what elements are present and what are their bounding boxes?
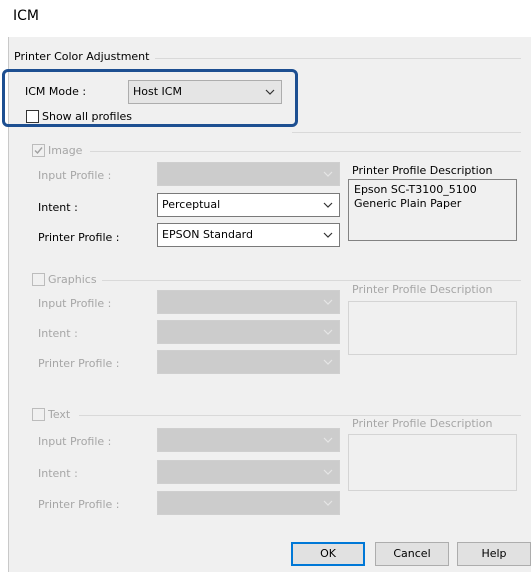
chevron-down-icon [323,437,333,443]
chevron-down-icon [323,500,333,506]
group-separator [155,58,521,59]
text-separator [79,415,521,416]
group-title: Printer Color Adjustment [14,50,150,63]
text-input-profile-dropdown[interactable] [157,428,340,452]
dialog-content: Printer Color Adjustment ICM Mode : Host… [2,37,531,572]
text-printer-profile-dropdown[interactable] [157,491,340,515]
image-profile-description-box: Epson SC-T3100_5100 Generic Plain Paper [348,179,517,241]
graphics-intent-dropdown[interactable] [157,320,340,344]
image-printer-profile-label: Printer Profile : [38,231,120,244]
graphics-input-profile-dropdown[interactable] [157,290,340,314]
graphics-intent-label: Intent : [38,327,78,340]
graphics-printer-profile-label: Printer Profile : [38,357,120,370]
highlight-box [2,69,298,127]
chevron-down-icon [323,202,333,208]
image-profile-description-label: Printer Profile Description [352,164,493,177]
chevron-down-icon [323,359,333,365]
graphics-profile-description-box [348,301,517,355]
text-checkbox[interactable] [32,408,45,421]
chevron-down-icon [323,171,333,177]
ok-button[interactable]: OK [291,542,365,566]
text-profile-description-box [348,434,517,491]
image-intent-value: Perceptual [162,198,221,211]
checkmark-icon [34,147,43,155]
mode-separator [292,132,521,133]
window-title: ICM [13,8,39,24]
image-label: Image [48,144,83,157]
text-profile-description-label: Printer Profile Description [352,417,493,430]
image-printer-profile-value: EPSON Standard [162,228,253,241]
text-input-profile-label: Input Profile : [38,435,112,448]
image-checkbox[interactable] [32,144,45,157]
image-intent-label: Intent : [38,201,78,214]
chevron-down-icon [323,469,333,475]
graphics-printer-profile-dropdown[interactable] [157,350,340,374]
chevron-down-icon [323,329,333,335]
text-label: Text [48,408,71,421]
graphics-checkbox[interactable] [32,273,45,286]
image-input-profile-label: Input Profile : [38,169,112,182]
text-intent-label: Intent : [38,467,78,480]
image-input-profile-dropdown[interactable] [157,162,340,186]
graphics-separator [102,280,521,281]
text-intent-dropdown[interactable] [157,460,340,484]
help-button[interactable]: Help [457,542,531,566]
graphics-label: Graphics [48,273,97,286]
graphics-profile-description-label: Printer Profile Description [352,283,493,296]
title-bar: ICM [0,0,531,36]
chevron-down-icon [323,299,333,305]
chevron-down-icon [323,232,333,238]
text-printer-profile-label: Printer Profile : [38,498,120,511]
image-separator [90,151,521,152]
image-printer-profile-dropdown[interactable]: EPSON Standard [157,223,340,247]
cancel-button[interactable]: Cancel [375,542,449,566]
image-profile-description-text: Epson SC-T3100_5100 Generic Plain Paper [354,183,477,210]
image-intent-dropdown[interactable]: Perceptual [157,193,340,217]
graphics-input-profile-label: Input Profile : [38,297,112,310]
